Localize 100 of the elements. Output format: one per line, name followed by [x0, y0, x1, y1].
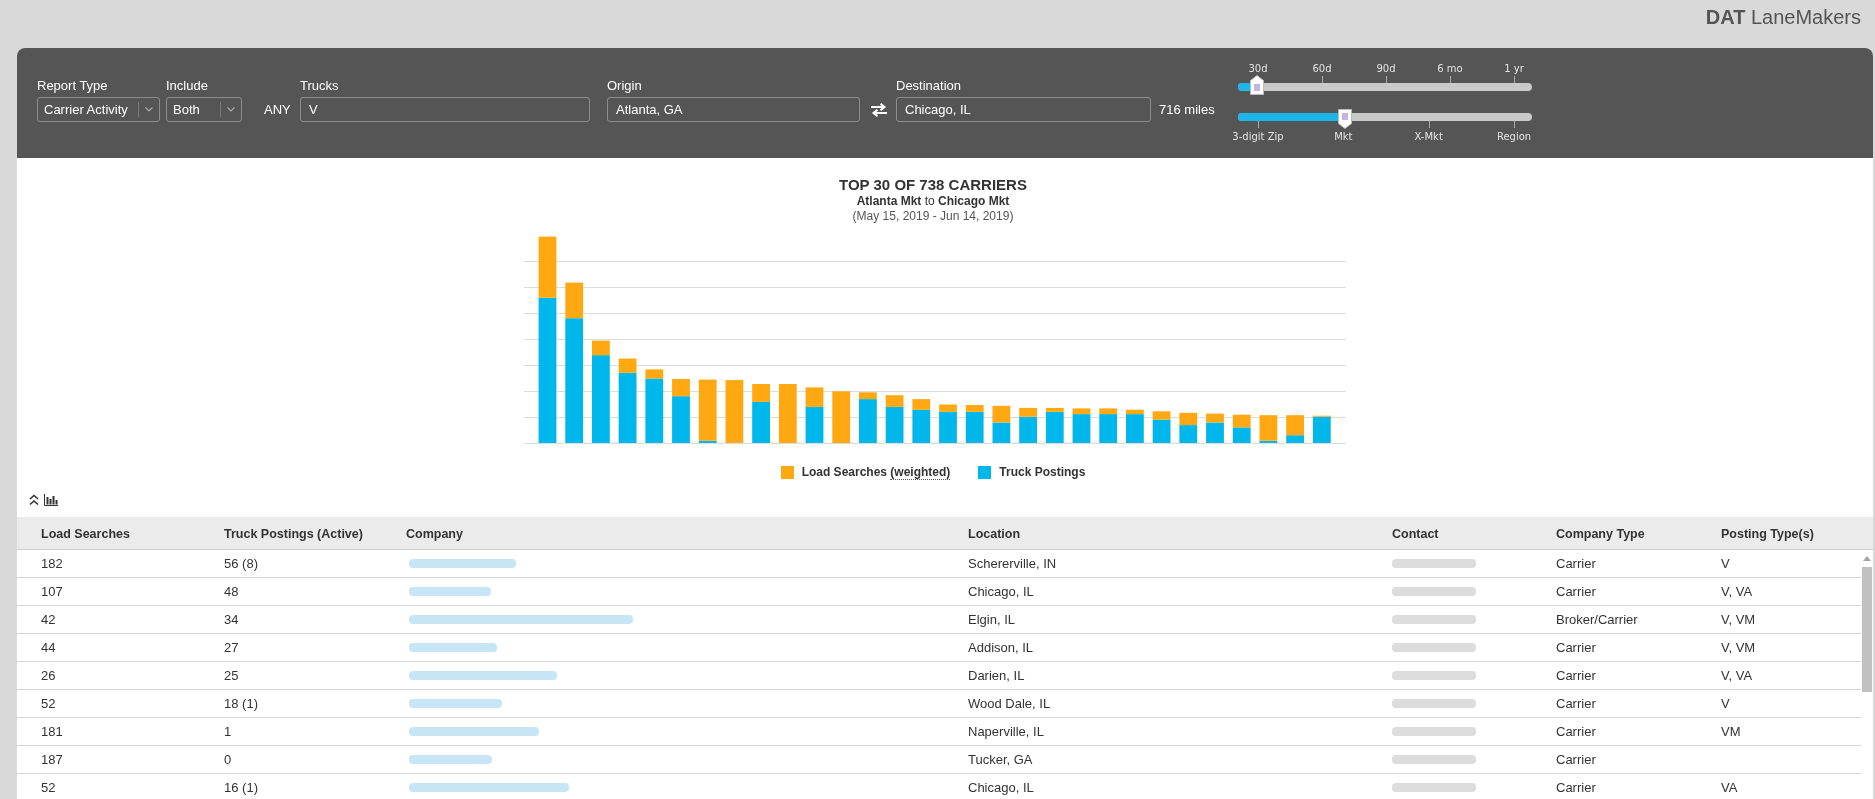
table-cell: Naperville, IL [968, 724, 1044, 739]
load-searches-bar [538, 236, 557, 298]
field-label: Report Type [37, 78, 108, 93]
report-type-select[interactable]: Carrier Activity [37, 97, 160, 122]
table-cell: 34 [224, 612, 239, 627]
redacted-link[interactable] [409, 727, 539, 736]
swap-icon[interactable] [870, 102, 888, 117]
column-header[interactable]: Company [406, 527, 463, 541]
truck-postings-bar [859, 399, 877, 443]
slider-handle[interactable] [1250, 75, 1265, 95]
app-logo[interactable]: DAT LaneMakers [1705, 6, 1861, 28]
origin-input[interactable]: Atlanta, GA [607, 97, 860, 122]
table-cell: 27 [224, 640, 239, 655]
load-searches-bar [859, 392, 877, 400]
table-cell: Carrier [1556, 584, 1596, 599]
truck-postings-bar [1286, 435, 1304, 443]
load-searches-bar [1206, 413, 1224, 423]
redacted-link[interactable] [409, 615, 633, 624]
scrollbar-thumb[interactable] [1862, 567, 1872, 692]
table-cell: Chicago, IL [968, 780, 1034, 795]
redacted-link[interactable] [409, 643, 497, 652]
slider-track[interactable] [1238, 109, 1532, 129]
chart-title: TOP 30 OF 738 CARRIERS [839, 175, 1027, 194]
load-searches-bar [672, 379, 690, 397]
load-searches-bar [1019, 407, 1037, 417]
truck-postings-bar [885, 406, 904, 443]
table-cell: 187 [41, 752, 63, 767]
truck-postings-bar [1072, 414, 1091, 443]
load-searches-bar [1099, 408, 1118, 415]
slider-tick-label: 6 mo [1437, 63, 1463, 75]
table-cell: Addison, IL [968, 640, 1034, 655]
table-cell: 52 [41, 696, 56, 711]
column-header[interactable]: Posting Type(s) [1721, 527, 1814, 541]
table-cell: Carrier [1556, 556, 1596, 571]
load-searches-bar [592, 340, 610, 356]
slider-tick-label: 60d [1312, 63, 1332, 75]
slider-tick-label: 90d [1376, 63, 1396, 75]
redacted-link[interactable] [409, 587, 491, 596]
slider-tick-label: Mkt [1334, 131, 1353, 143]
column-header[interactable]: Contact [1392, 527, 1439, 541]
redacted-link[interactable] [409, 699, 502, 708]
field-label: Include [166, 78, 208, 93]
slider-track[interactable] [1238, 75, 1532, 95]
truck-postings-bar [1152, 419, 1171, 443]
table-cell: 56 (8) [224, 556, 258, 571]
column-header[interactable]: Load Searches [41, 527, 130, 541]
table-cell: Carrier [1556, 668, 1596, 683]
load-searches-bar [698, 379, 717, 441]
table-cell: V, VM [1721, 640, 1756, 655]
column-header[interactable]: Location [968, 527, 1021, 541]
slider-handle[interactable] [1338, 109, 1352, 129]
truck-postings-bar [1206, 422, 1224, 443]
truck-postings-bar [645, 378, 664, 443]
table-cell: V, VA [1721, 584, 1753, 599]
redacted-link[interactable] [409, 559, 516, 568]
table-cell: 0 [224, 752, 232, 767]
table-cell: V [1721, 556, 1730, 571]
table-cell: Broker/Carrier [1556, 612, 1638, 627]
trucks-input[interactable]: V [300, 97, 590, 122]
table-cell: Darien, IL [968, 668, 1025, 683]
table-cell: Tucker, GA [968, 752, 1033, 767]
include-select[interactable]: Both [166, 97, 242, 122]
truck-postings-bar [992, 422, 1011, 443]
redacted-link[interactable] [409, 783, 569, 792]
truck-postings-bar [618, 372, 637, 443]
chart-subtitle: Atlanta Mkt to Chicago Mkt [856, 194, 1010, 209]
slider-tick-label: 3-digit Zip [1232, 131, 1284, 143]
column-header[interactable]: Company Type [1556, 527, 1645, 541]
truck-postings-bar [752, 401, 770, 443]
qualifier-label: ANY [264, 102, 291, 117]
load-searches-bar [618, 358, 637, 373]
slider-tick-label: Region [1496, 131, 1532, 143]
bar-chart-icon[interactable] [44, 494, 58, 506]
column-header[interactable]: Truck Postings (Active) [224, 527, 363, 541]
load-searches-bar [565, 282, 584, 319]
load-searches-bar [912, 399, 931, 410]
redacted-link[interactable] [409, 755, 492, 764]
collapse-icon[interactable] [29, 494, 39, 506]
legend-label[interactable]: Load Searches (weighted) [801, 465, 951, 479]
table-cell: V, VM [1721, 612, 1756, 627]
load-searches-bar [1152, 411, 1171, 420]
truck-postings-bar [1126, 414, 1144, 443]
scroll-up-icon[interactable] [1863, 556, 1871, 561]
load-searches-bar [645, 369, 664, 379]
truck-postings-bar [1232, 427, 1251, 443]
truck-postings-bar [1099, 414, 1118, 443]
load-searches-bar [1232, 414, 1251, 428]
legend-label[interactable]: Truck Postings [999, 465, 1086, 479]
truck-postings-bar [1312, 416, 1331, 443]
redacted-link[interactable] [409, 671, 557, 680]
field-label: Trucks [300, 78, 339, 93]
table-cell: V, VA [1721, 668, 1753, 683]
load-searches-bar [725, 380, 744, 443]
table-cell: 48 [224, 584, 239, 599]
load-searches-bar [752, 384, 770, 402]
table-cell: Schererville, IN [968, 556, 1057, 571]
table-cell: Carrier [1556, 780, 1596, 795]
table-cell: 18 (1) [224, 696, 258, 711]
table-cell: 181 [41, 724, 63, 739]
destination-input[interactable]: Chicago, IL [896, 97, 1151, 122]
